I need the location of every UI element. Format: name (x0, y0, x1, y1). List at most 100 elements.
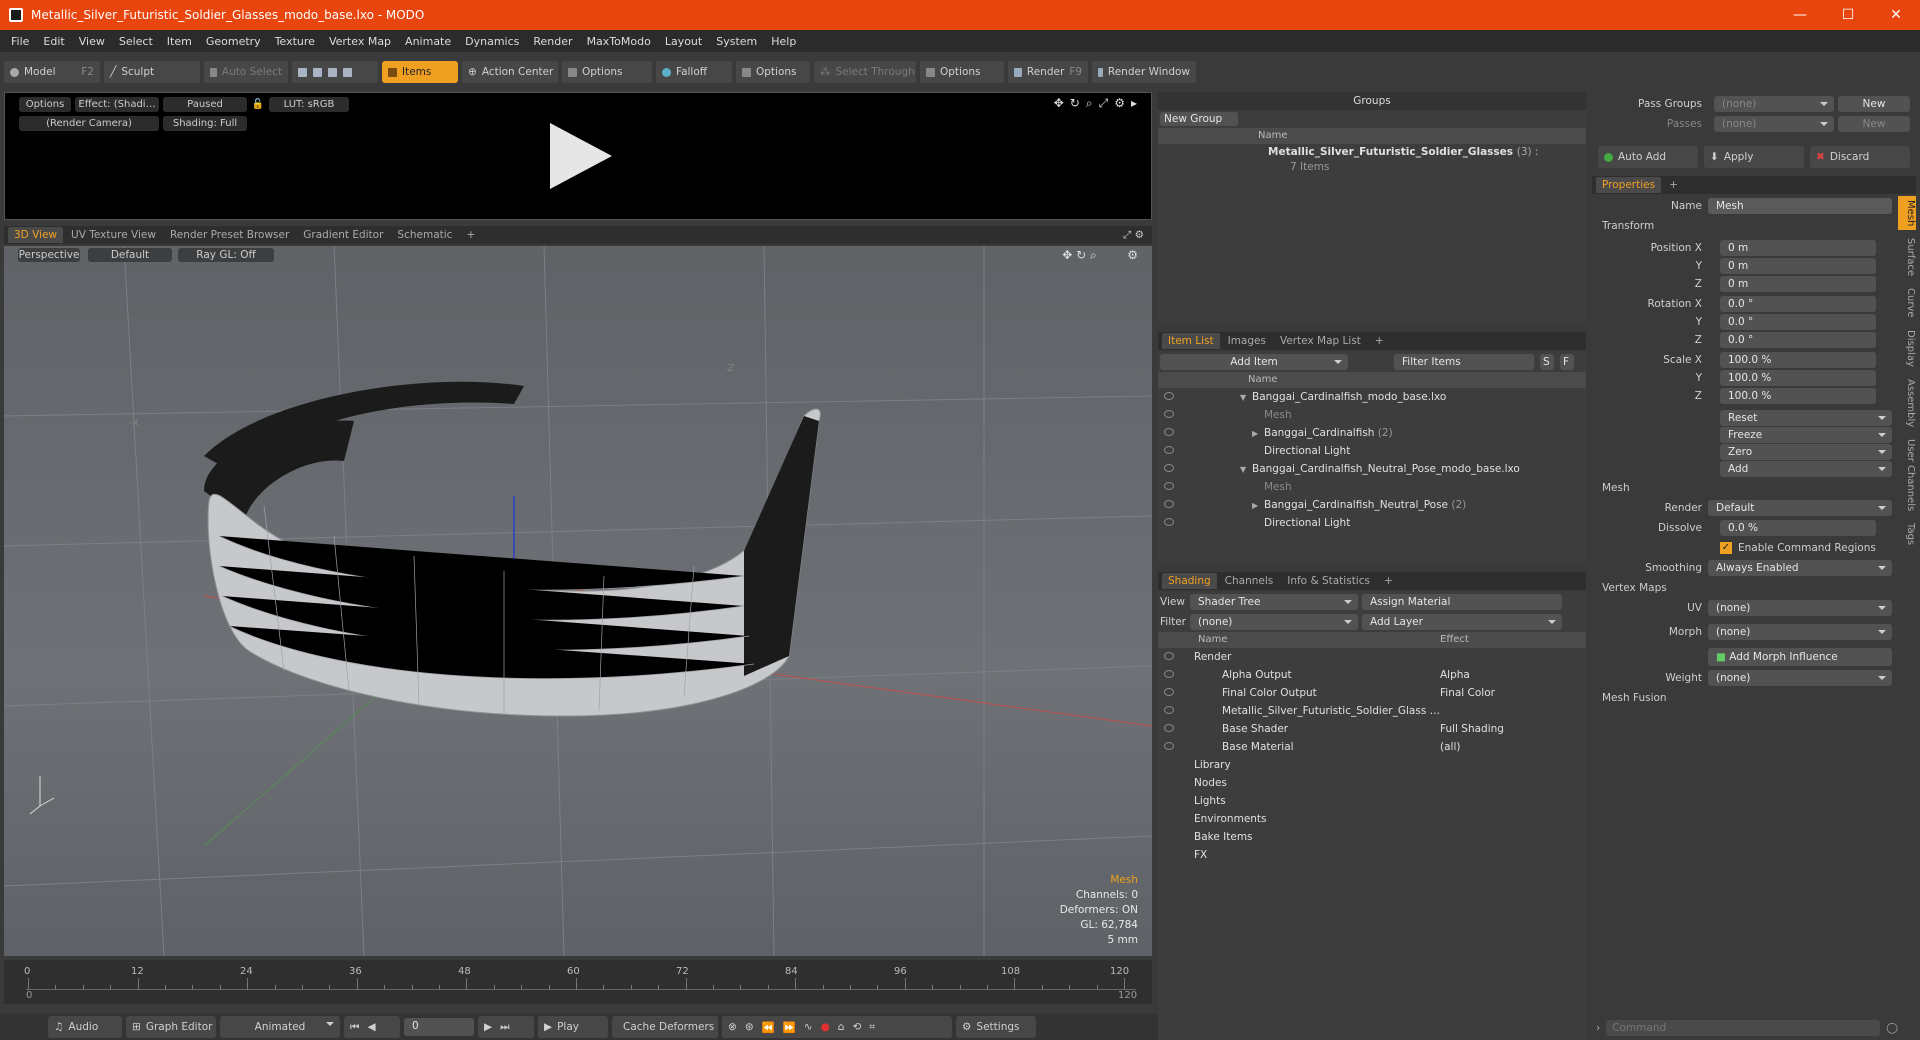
lock-icon[interactable]: 🔓 (251, 97, 265, 112)
tab-channels[interactable]: Channels (1219, 573, 1280, 589)
visibility-eye-icon[interactable] (1164, 428, 1174, 436)
curve-icon[interactable]: ∿ (804, 1021, 813, 1033)
tab-uv-texture-view[interactable]: UV Texture View (65, 227, 162, 243)
filter-dropdown[interactable]: (none) (1190, 614, 1358, 630)
tab-shading[interactable]: Shading (1162, 573, 1217, 589)
render-preview[interactable]: Options Effect: (Shadi… Paused 🔓 LUT: sR… (4, 92, 1152, 220)
filter-items-input[interactable]: Filter Items (1394, 354, 1534, 370)
side-tab-user-channels[interactable]: User Channels (1898, 435, 1916, 516)
tab-info-statistics[interactable]: Info & Statistics (1281, 573, 1376, 589)
preview-camera-dropdown[interactable]: (Render Camera) (19, 116, 159, 131)
position-y-input[interactable]: 0 m (1720, 258, 1876, 274)
itemlist-row[interactable]: ▶ Banggai_Cardinalfish (2) (1158, 424, 1586, 442)
polygons-mode-icon[interactable] (328, 67, 337, 77)
preview-shading-dropdown[interactable]: Shading: Full (163, 116, 247, 131)
skip-start-icon[interactable]: ⏮ (350, 1021, 359, 1034)
itemlist-row[interactable]: ▼ Banggai_Cardinalfish_Neutral_Pose_modo_… (1158, 460, 1586, 478)
render-button[interactable]: Render F9 (1008, 61, 1088, 83)
menu-select[interactable]: Select (112, 35, 160, 48)
menu-help[interactable]: Help (764, 35, 803, 48)
dissolve-input[interactable]: 0.0 % (1720, 520, 1876, 536)
viewport-nav-icons[interactable]: ✥ ↻ ⌕ ⚙ (1062, 248, 1138, 263)
side-tab-surface[interactable]: Surface (1898, 234, 1916, 281)
prev-key-icon[interactable]: ⏪ (762, 1021, 775, 1034)
visibility-eye-icon[interactable] (1164, 742, 1174, 750)
add-item-dropdown[interactable]: Add Item (1160, 354, 1348, 370)
action-center-options-button[interactable]: Options (562, 61, 652, 83)
view-dropdown[interactable]: Shader Tree (1190, 594, 1358, 610)
shader-tree-row[interactable]: Final Color Output Final Color (1158, 684, 1586, 702)
frame-input[interactable]: 0 (404, 1018, 474, 1036)
visibility-eye-icon[interactable] (1164, 652, 1174, 660)
vertex-maps-section[interactable]: Vertex Maps (1602, 582, 1667, 594)
shader-tree-row[interactable]: FX (1158, 846, 1586, 864)
falloff-options-button[interactable]: Options (736, 61, 810, 83)
mesh-section[interactable]: Mesh (1602, 482, 1630, 494)
passes-dropdown[interactable]: (none) (1714, 116, 1834, 132)
play-button[interactable]: ▶ Play (538, 1016, 608, 1038)
filter-icon[interactable]: ⌗ (869, 1021, 875, 1034)
model-mode-button[interactable]: Model F2 (4, 61, 100, 83)
add-tab-button[interactable]: + (460, 227, 481, 243)
shader-tree-row[interactable]: Environments (1158, 810, 1586, 828)
menu-texture[interactable]: Texture (268, 35, 322, 48)
new-group-button[interactable]: New Group (1160, 112, 1238, 126)
shading-style-dropdown[interactable]: Default (88, 248, 172, 262)
expand-arrow-icon[interactable]: ▼ (1240, 389, 1252, 407)
pass-groups-dropdown[interactable]: (none) (1714, 96, 1834, 112)
visibility-eye-icon[interactable] (1164, 724, 1174, 732)
side-tab-curve[interactable]: Curve (1898, 284, 1916, 322)
menu-file[interactable]: File (4, 35, 36, 48)
tab-item-list[interactable]: Item List (1162, 333, 1220, 349)
key-set-icon[interactable]: ⌂ (838, 1021, 845, 1033)
render-window-button[interactable]: Render Window (1092, 61, 1196, 83)
select-options-button[interactable]: Options (920, 61, 1004, 83)
preview-lut-dropdown[interactable]: LUT: sRGB (269, 97, 349, 112)
gear-icon[interactable]: ⚙ (1114, 96, 1125, 111)
weight-dropdown[interactable]: (none) (1708, 670, 1892, 686)
checkbox-checked-icon[interactable]: ✓ (1720, 542, 1732, 554)
tab-render-preset-browser[interactable]: Render Preset Browser (164, 227, 295, 243)
graph-editor-button[interactable]: ⊞ Graph Editor (126, 1016, 216, 1038)
auto-key-icon[interactable]: ⊛ (745, 1021, 754, 1033)
scale-z-input[interactable]: 100.0 % (1720, 388, 1876, 404)
expand-arrow-icon[interactable]: ▼ (1240, 461, 1252, 479)
key-icon[interactable]: ⊗ (728, 1021, 737, 1033)
morph-dropdown[interactable]: (none) (1708, 624, 1892, 640)
visibility-eye-icon[interactable] (1164, 670, 1174, 678)
menu-system[interactable]: System (709, 35, 764, 48)
preview-effect-dropdown[interactable]: Effect: (Shadi… (75, 97, 159, 112)
shader-tree-row[interactable]: Render (1158, 648, 1586, 666)
add-layer-dropdown[interactable]: Add Layer (1362, 614, 1562, 630)
mesh-fusion-section[interactable]: Mesh Fusion (1602, 692, 1667, 704)
menu-animate[interactable]: Animate (398, 35, 458, 48)
fit-icon[interactable]: ⤢ (1099, 96, 1109, 111)
step-back-icon[interactable]: ◀ (367, 1021, 375, 1033)
filter-f-button[interactable]: F (1560, 354, 1574, 370)
scale-y-input[interactable]: 100.0 % (1720, 370, 1876, 386)
reset-dropdown[interactable]: Reset (1720, 410, 1892, 426)
perspective-dropdown[interactable]: Perspective (18, 248, 80, 262)
menu-view[interactable]: View (72, 35, 112, 48)
cache-deformers-button[interactable]: Cache Deformers (612, 1016, 718, 1038)
add-tab-button[interactable]: + (1378, 573, 1399, 589)
settings-button[interactable]: ⚙ Settings (956, 1016, 1036, 1038)
tab-schematic[interactable]: Schematic (391, 227, 458, 243)
transform-section[interactable]: Transform (1602, 220, 1654, 232)
side-tab-mesh[interactable]: Mesh (1898, 196, 1916, 231)
tab-images[interactable]: Images (1222, 333, 1272, 349)
action-center-button[interactable]: ⊕ Action Center (462, 61, 558, 83)
expand-arrow-icon[interactable]: ▶ (1252, 425, 1264, 443)
vertices-mode-icon[interactable] (298, 67, 307, 77)
shader-tree-row[interactable]: Lights (1158, 792, 1586, 810)
rotation-x-input[interactable]: 0.0 ° (1720, 296, 1876, 312)
new-pass-group-button[interactable]: New (1838, 96, 1910, 112)
loop-icon[interactable]: ⟲ (852, 1021, 861, 1033)
shader-tree-row[interactable]: Alpha Output Alpha (1158, 666, 1586, 684)
itemlist-row[interactable]: ▶ Banggai_Cardinalfish_Neutral_Pose (2) (1158, 496, 1586, 514)
smoothing-dropdown[interactable]: Always Enabled (1708, 560, 1892, 576)
next-key-icon[interactable]: ⏩ (783, 1021, 796, 1034)
shader-row-effect[interactable]: (all) (1440, 738, 1460, 756)
skip-end-icon[interactable]: ⏭ (500, 1021, 509, 1034)
sculpt-mode-button[interactable]: ╱ Sculpt (104, 61, 200, 83)
